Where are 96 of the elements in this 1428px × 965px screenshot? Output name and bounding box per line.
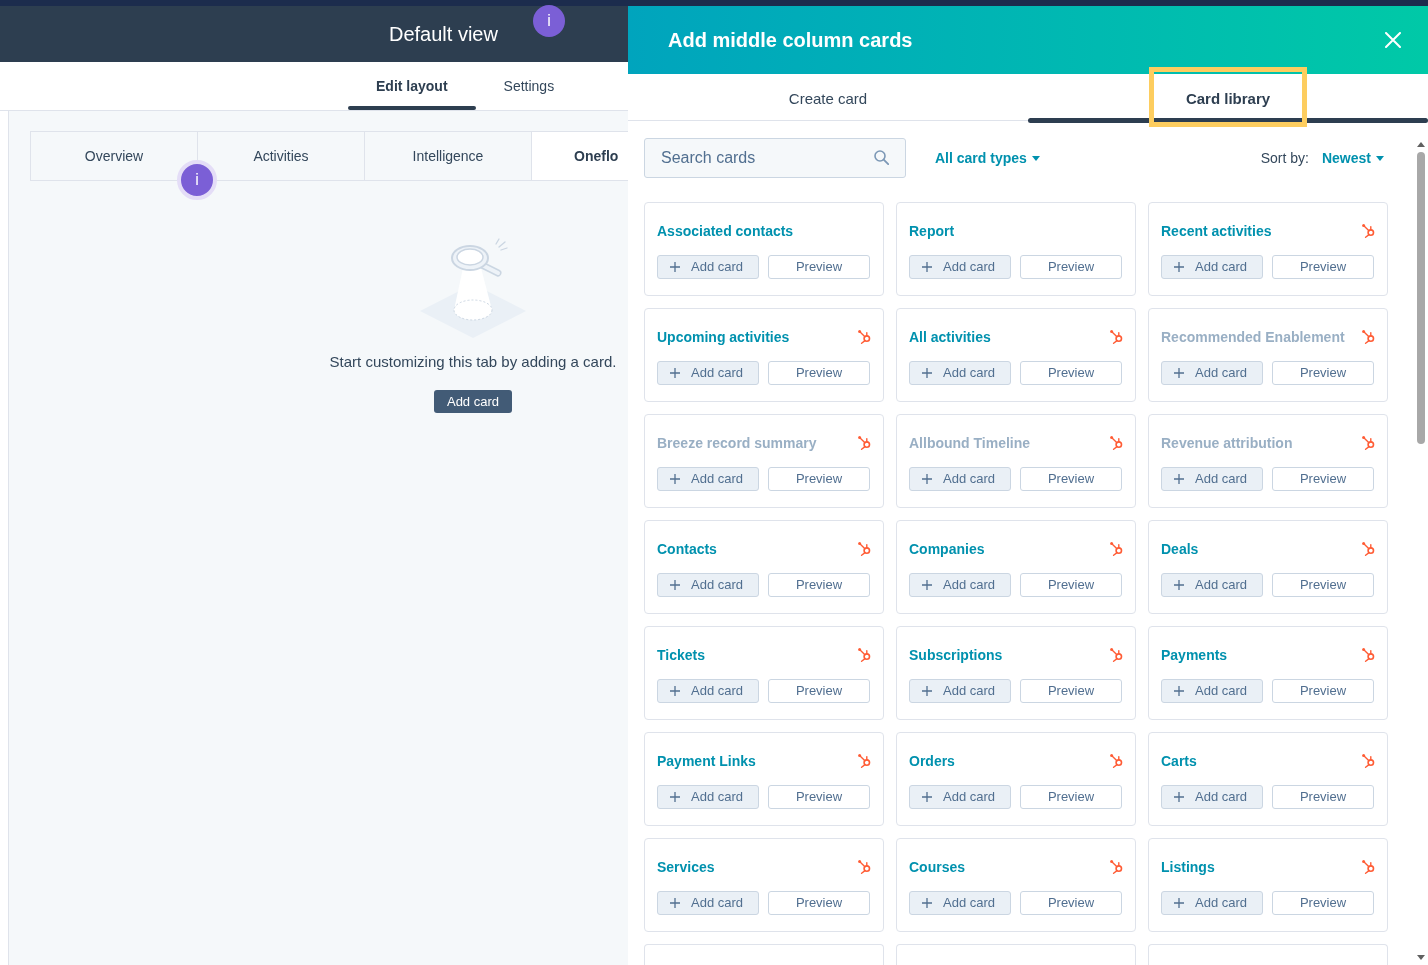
editor-tab[interactable]: Edit layout (348, 62, 476, 110)
card-title: Report (909, 222, 955, 241)
add-card-button[interactable]: Add card (909, 785, 1011, 809)
card-title: Listings (1161, 858, 1215, 877)
preview-button[interactable]: Preview (1020, 573, 1122, 597)
card-title: Companies (909, 540, 985, 559)
card-type-dropdown[interactable]: All card types (935, 147, 1040, 169)
sort-label: Sort by: (1260, 148, 1309, 168)
close-icon (1385, 32, 1401, 48)
plus-icon (1174, 474, 1184, 484)
add-card-button[interactable]: Add card (1161, 785, 1263, 809)
preview-button[interactable]: Preview (768, 785, 870, 809)
plus-icon (670, 898, 680, 908)
preview-button[interactable]: Preview (1272, 891, 1374, 915)
add-card-button[interactable]: Add card (909, 255, 1011, 279)
plus-icon (1174, 262, 1184, 272)
preview-button[interactable]: Preview (1020, 679, 1122, 703)
plus-icon (670, 474, 680, 484)
card-title: Upcoming activities (657, 328, 790, 347)
add-card-button[interactable]: Add card (1161, 891, 1263, 915)
add-card-button[interactable]: Add card (1161, 679, 1263, 703)
plus-icon (922, 686, 932, 696)
plus-icon (1174, 898, 1184, 908)
empty-state-message: Start customizing this tab by adding a card. (329, 352, 617, 372)
card-title: Contacts (657, 540, 717, 559)
card-title: Tickets (657, 646, 705, 665)
preview-button[interactable]: Preview (768, 573, 870, 597)
plus-icon (670, 580, 680, 590)
preview-button[interactable]: Preview (768, 361, 870, 385)
preview-button[interactable]: Preview (1020, 785, 1122, 809)
plus-icon (922, 262, 932, 272)
preview-button[interactable]: Preview (768, 679, 870, 703)
scrollbar-thumb[interactable] (1417, 152, 1425, 444)
card-title: Services (657, 858, 715, 877)
add-card-button[interactable]: Add card (433, 390, 512, 413)
preview-button[interactable]: Preview (1020, 361, 1122, 385)
scroll-up-icon[interactable] (1417, 142, 1425, 147)
plus-icon (922, 474, 932, 484)
add-card-button[interactable]: Add card (657, 361, 759, 385)
card-title: Allbound Timeline (909, 434, 1031, 453)
plus-icon (1174, 368, 1184, 378)
preview-button[interactable]: Preview (1020, 891, 1122, 915)
card-title: All activities (909, 328, 991, 347)
preview-button[interactable]: Preview (1020, 255, 1122, 279)
card-title: Breeze record summary (657, 434, 817, 453)
card-title: Associated contacts (657, 222, 794, 241)
plus-icon (922, 792, 932, 802)
add-card-button[interactable]: Add card (909, 891, 1011, 915)
caret-icon (1376, 155, 1384, 161)
plus-icon (670, 368, 680, 378)
plus-icon (922, 368, 932, 378)
editor-tab[interactable]: Settings (475, 62, 583, 110)
card-title: Revenue attribution (1161, 434, 1293, 453)
add-card-button[interactable]: Add card (657, 785, 759, 809)
preview-button[interactable]: Preview (768, 255, 870, 279)
panel-tab[interactable]: Card library (1028, 74, 1428, 124)
add-card-button[interactable]: Add card (909, 679, 1011, 703)
card-title: Payments (1161, 646, 1228, 665)
preview-button[interactable]: Preview (1272, 679, 1374, 703)
add-card-button[interactable]: Add card (657, 573, 759, 597)
plus-icon (922, 580, 932, 590)
plus-icon (1174, 686, 1184, 696)
add-card-button[interactable]: Add card (657, 679, 759, 703)
search-icon (874, 150, 889, 165)
card-title: Orders (909, 752, 955, 771)
plus-icon (1174, 792, 1184, 802)
card-title: Carts (1161, 752, 1197, 771)
card-title: Recommended Enablement (1161, 328, 1345, 347)
card-title: Courses (909, 858, 966, 877)
search-field[interactable]: Search cards (644, 138, 906, 178)
add-card-button[interactable]: Add card (1161, 255, 1263, 279)
scroll-down-icon[interactable] (1417, 955, 1425, 960)
card-title: Deals (1161, 540, 1199, 559)
record-tab[interactable]: Oneflo (532, 132, 628, 180)
preview-button[interactable]: Preview (1272, 255, 1374, 279)
panel-tab[interactable]: Create card (628, 74, 1028, 124)
card-title: Recent activities (1161, 222, 1272, 241)
preview-button[interactable]: Preview (768, 891, 870, 915)
card-title: Subscriptions (909, 646, 1003, 665)
panel-title: Add middle column cards (668, 28, 913, 53)
add-card-button[interactable]: Add card (909, 573, 1011, 597)
plus-icon (1174, 580, 1184, 590)
plus-icon (670, 686, 680, 696)
caret-icon (1031, 155, 1040, 161)
add-card-button[interactable]: Add card (657, 891, 759, 915)
view-title: Default view (389, 22, 498, 46)
add-card-button[interactable]: Add card (1161, 573, 1263, 597)
sort-dropdown[interactable]: Newest (1321, 147, 1384, 169)
add-card-button[interactable]: Add card (909, 361, 1011, 385)
plus-icon (670, 792, 680, 802)
plus-icon (922, 898, 932, 908)
preview-button[interactable]: Preview (1272, 573, 1374, 597)
preview-button[interactable]: Preview (1272, 785, 1374, 809)
add-card-button[interactable]: Add card (657, 255, 759, 279)
card-title: Payment Links (657, 752, 756, 771)
plus-icon (670, 262, 680, 272)
